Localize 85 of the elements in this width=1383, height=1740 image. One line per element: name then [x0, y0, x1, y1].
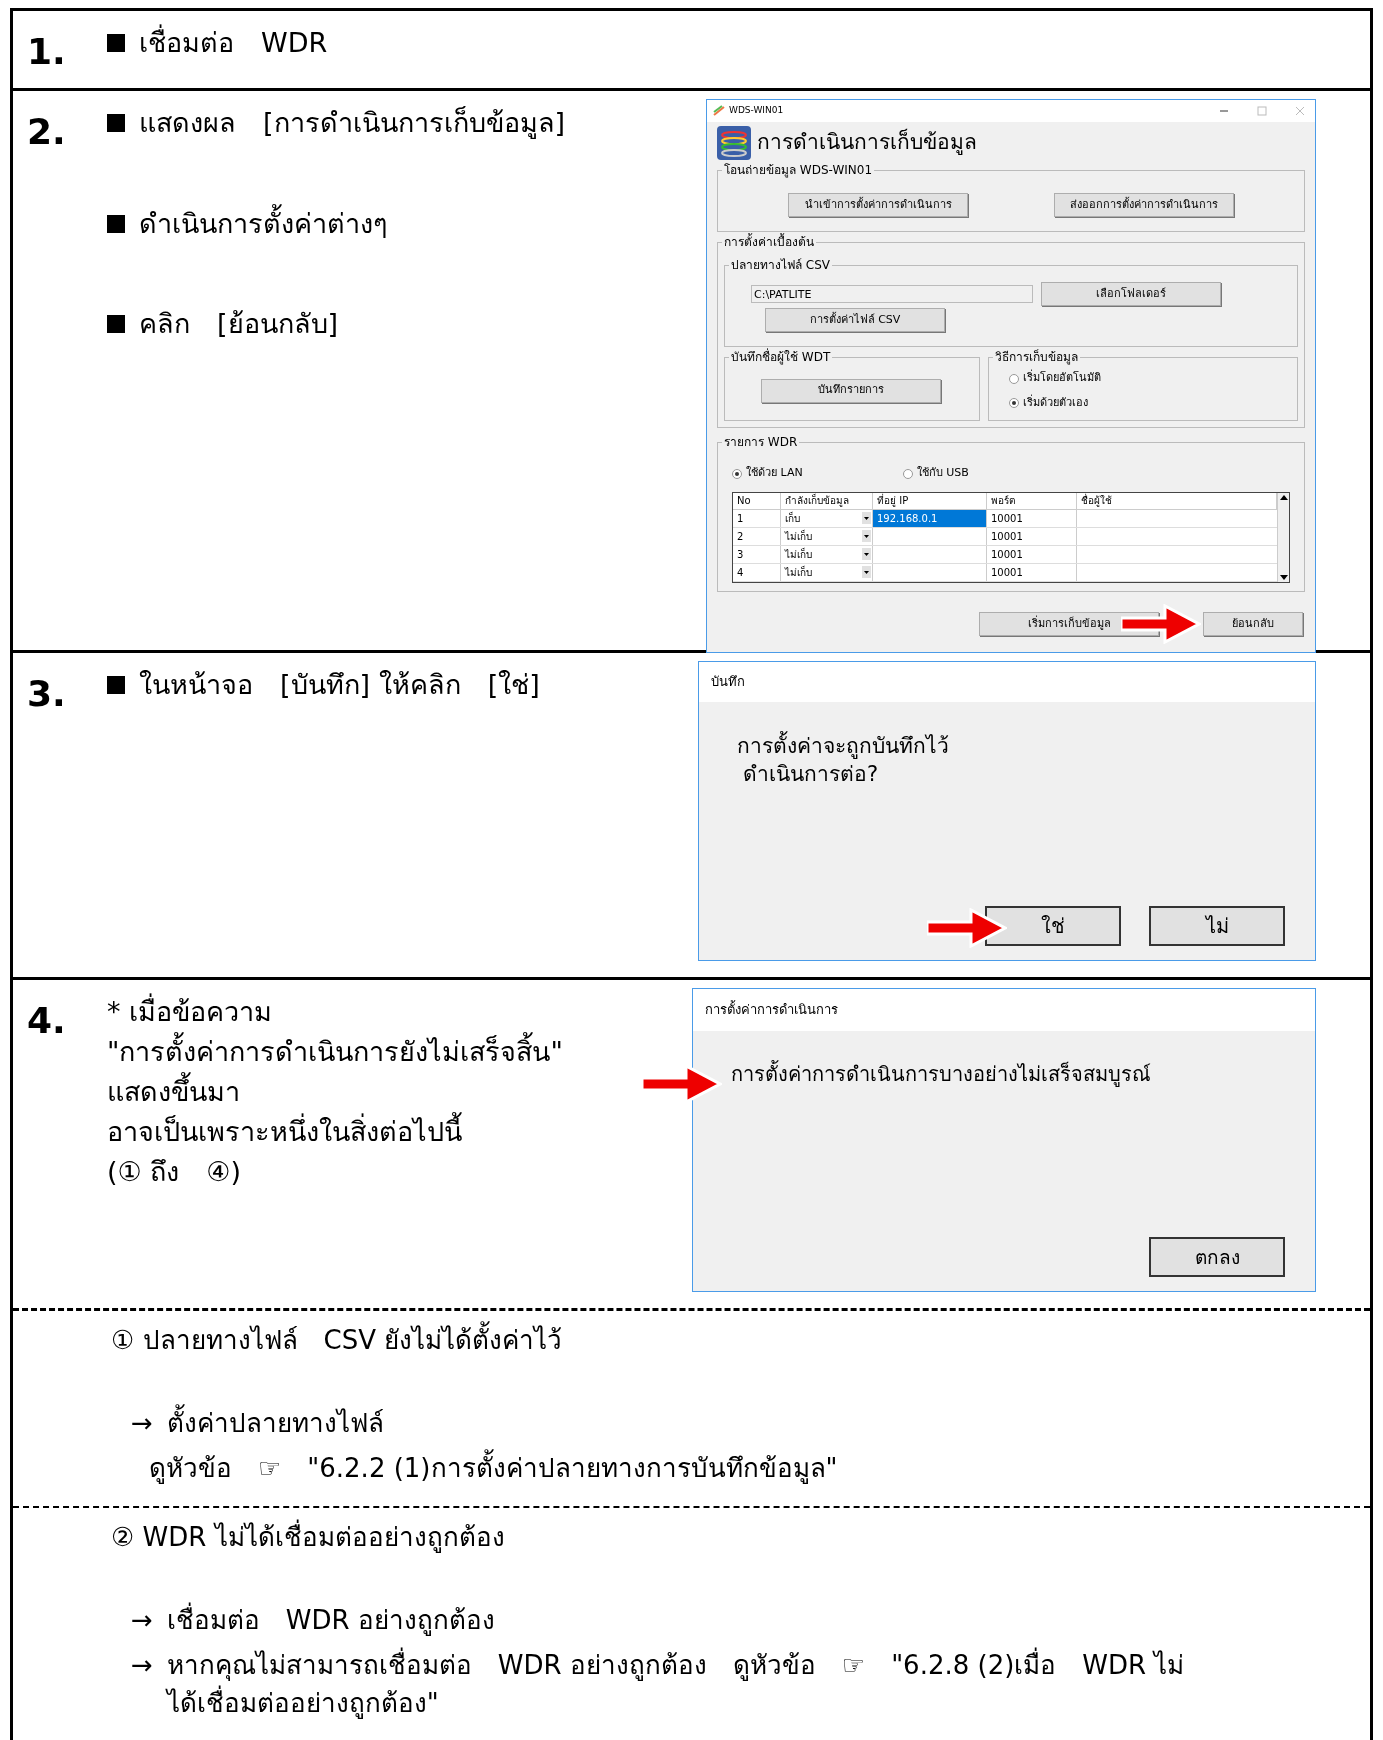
radio-button[interactable] — [902, 468, 913, 479]
window-button[interactable]: การตั้งค่าไฟล์ CSV — [765, 308, 945, 333]
no-button[interactable]: ไม่ — [1149, 906, 1285, 946]
step-text: อาจเป็นเพราะหนึ่งในสิ่งต่อไปนี้ — [107, 1112, 692, 1152]
step-text: * เมื่อข้อความ — [107, 992, 692, 1032]
table-cell: 10001 — [987, 545, 1077, 563]
yes-button[interactable]: ใช่ — [985, 906, 1121, 946]
dropdown-icon — [862, 548, 871, 561]
cause-title: ① ปลายทางไฟล์ CSV ยังไม่ได้ตั้งค่าไว้ — [111, 1321, 1370, 1360]
remedy-text: เชื่อมต่อ WDR อย่างถูกต้อง — [166, 1601, 495, 1640]
radio-label: ใช้กับ USB — [916, 465, 969, 482]
cause-title: ② WDR ไม่ได้เชื่อมต่ออย่างถูกต้อง — [111, 1518, 1370, 1557]
collect-dropdown[interactable]: ไม่เก็บ — [781, 563, 873, 581]
arrow-icon — [1121, 603, 1201, 644]
reference-text: ดูหัวข้อ ☞ "6.2.2 (1)การตั้งค่าปลายทางการบันทึกข้อมูล" — [111, 1449, 1370, 1488]
arrow-glyph: → — [131, 1604, 153, 1637]
collect-dropdown[interactable]: ไม่เก็บ — [781, 527, 873, 545]
column-header: No — [733, 492, 781, 509]
table-cell: 10001 — [987, 509, 1077, 527]
window-button[interactable]: เลือกโฟลเดอร์ — [1041, 282, 1221, 306]
radio-label: เริ่มโดยอัตโนมัติ — [1023, 370, 1101, 387]
radio-button[interactable] — [1009, 398, 1019, 408]
ok-button[interactable]: ตกลง — [1149, 1237, 1285, 1277]
path-field[interactable]: C:\PATLITE — [751, 285, 1033, 303]
step-text: (① ถึง ④) — [107, 1155, 243, 1189]
window-title: WDS-WIN01 — [729, 104, 784, 118]
close-icon[interactable] — [1295, 106, 1305, 116]
square-bullet-icon — [107, 214, 125, 233]
square-bullet-icon — [107, 315, 125, 334]
group-legend: โอนถ่ายข้อมูล WDS-WIN01 — [722, 160, 875, 180]
radio-label: ใช้ด้วย LAN — [746, 465, 803, 482]
step-text: ดำเนินการตั้งค่าต่างๆ — [139, 203, 388, 244]
arrow-icon — [927, 908, 1007, 948]
radio-button[interactable] — [732, 468, 742, 479]
step-text: แสดงผล [การดำเนินการเก็บข้อมูล] — [139, 105, 566, 141]
rings-icon — [717, 126, 751, 160]
column-header: กำลังเก็บข้อมูล — [781, 492, 873, 509]
square-bullet-icon — [107, 34, 125, 53]
radio-label: เริ่มด้วยตัวเอง — [1023, 394, 1088, 411]
step-number: 1. — [26, 30, 67, 74]
column-header: ที่อยู่ IP — [873, 492, 987, 509]
arrow-glyph: → — [131, 1407, 153, 1440]
table-cell: 4 — [733, 563, 781, 581]
arrow-glyph: → — [131, 1649, 153, 1682]
step-text: คลิก [ย้อนกลับ] — [139, 307, 339, 341]
table-cell: 10001 — [987, 527, 1077, 545]
remedy-text: หากคุณไม่สามารถเชื่อมต่อ WDR อย่างถูกต้อง ดูหัวข้อ ☞ "6.2.8 (2)เมื่อ WDR ไม่ได้เชื่อมต่ออย่างถูกต้อง" — [166, 1646, 1211, 1722]
step-text: แสดงขึ้นมา — [107, 1072, 692, 1112]
radio-button[interactable] — [1009, 373, 1019, 384]
dialog-message: ดำเนินการต่อ? — [742, 761, 880, 788]
window-heading: การดำเนินการเก็บข้อมูล — [757, 127, 977, 157]
dropdown-icon — [862, 530, 871, 543]
table-cell: 10001 — [987, 563, 1077, 581]
table-cell: 1 — [733, 509, 781, 527]
dialog-title: บันทึก — [711, 673, 745, 692]
dialog-message: การตั้งค่าจะถูกบันทึกไว้ — [737, 732, 1315, 760]
window-button[interactable]: ส่งออกการตั้งค่าการดำเนินการ — [1054, 193, 1234, 217]
step-text: ในหน้าจอ [บันทึก] ให้คลิก [ใช่] — [139, 668, 540, 702]
scroll-up-icon[interactable] — [1279, 494, 1288, 500]
step-text: "การตั้งค่าการดำเนินการยังไม่เสร็จสิ้น" — [107, 1032, 692, 1072]
step-text: เชื่อมต่อ WDR — [139, 23, 328, 64]
group-legend: วิธีการเก็บข้อมูล — [993, 347, 1080, 368]
step-number: 3. — [26, 672, 67, 716]
scrollbar[interactable] — [1277, 492, 1289, 582]
scroll-down-icon[interactable] — [1279, 574, 1288, 580]
dropdown-icon — [862, 566, 871, 579]
window-button[interactable]: บันทึกรายการ — [761, 378, 941, 403]
window-button[interactable]: นำเข้าการตั้งค่าการดำเนินการ — [788, 193, 968, 217]
step-number: 4. — [26, 999, 67, 1043]
group-legend: บันทึกชื่อผู้ใช้ WDT — [729, 347, 833, 368]
window-button[interactable]: ย้อนกลับ — [1203, 611, 1303, 636]
app-icon — [713, 105, 725, 117]
dropdown-icon — [862, 512, 871, 525]
table-cell: 2 — [733, 527, 781, 545]
column-header: พอร์ต — [987, 492, 1077, 509]
dialog-title: การตั้งค่าการดำเนินการ — [705, 1000, 838, 1020]
maximize-icon[interactable] — [1257, 106, 1267, 116]
square-bullet-icon — [107, 676, 125, 695]
table-cell: 3 — [733, 545, 781, 563]
step-number: 2. — [26, 110, 67, 154]
arrow-icon — [642, 1064, 722, 1104]
collect-dropdown[interactable]: ไม่เก็บ — [781, 545, 873, 563]
dialog-message: การตั้งค่าการดำเนินการบางอย่างไม่เสร็จสมบูรณ์ — [730, 1059, 1152, 1089]
square-bullet-icon — [107, 114, 125, 133]
remedy-text: ตั้งค่าปลายทางไฟล์ — [166, 1404, 384, 1443]
